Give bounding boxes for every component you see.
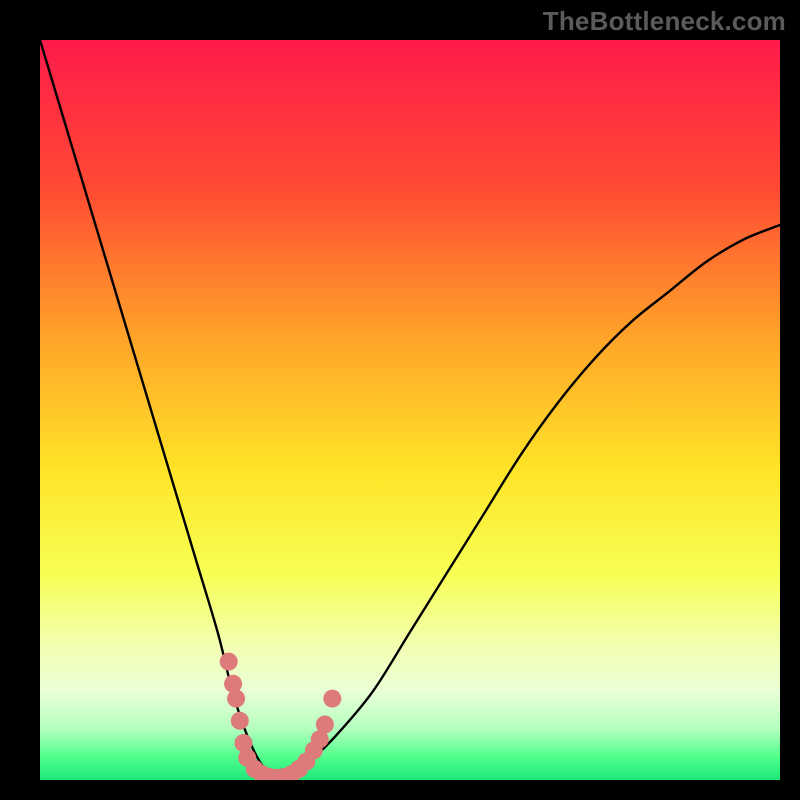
watermark-text: TheBottleneck.com bbox=[543, 6, 786, 37]
curve-layer bbox=[40, 40, 780, 780]
plot-area bbox=[40, 40, 780, 780]
highlight-markers bbox=[220, 653, 342, 780]
bottleneck-curve bbox=[40, 40, 780, 780]
highlight-marker bbox=[231, 712, 249, 730]
highlight-marker bbox=[224, 675, 242, 693]
highlight-marker bbox=[323, 690, 341, 708]
highlight-marker bbox=[316, 716, 334, 734]
chart-frame: TheBottleneck.com bbox=[0, 0, 800, 800]
highlight-marker bbox=[220, 653, 238, 671]
highlight-marker bbox=[227, 690, 245, 708]
